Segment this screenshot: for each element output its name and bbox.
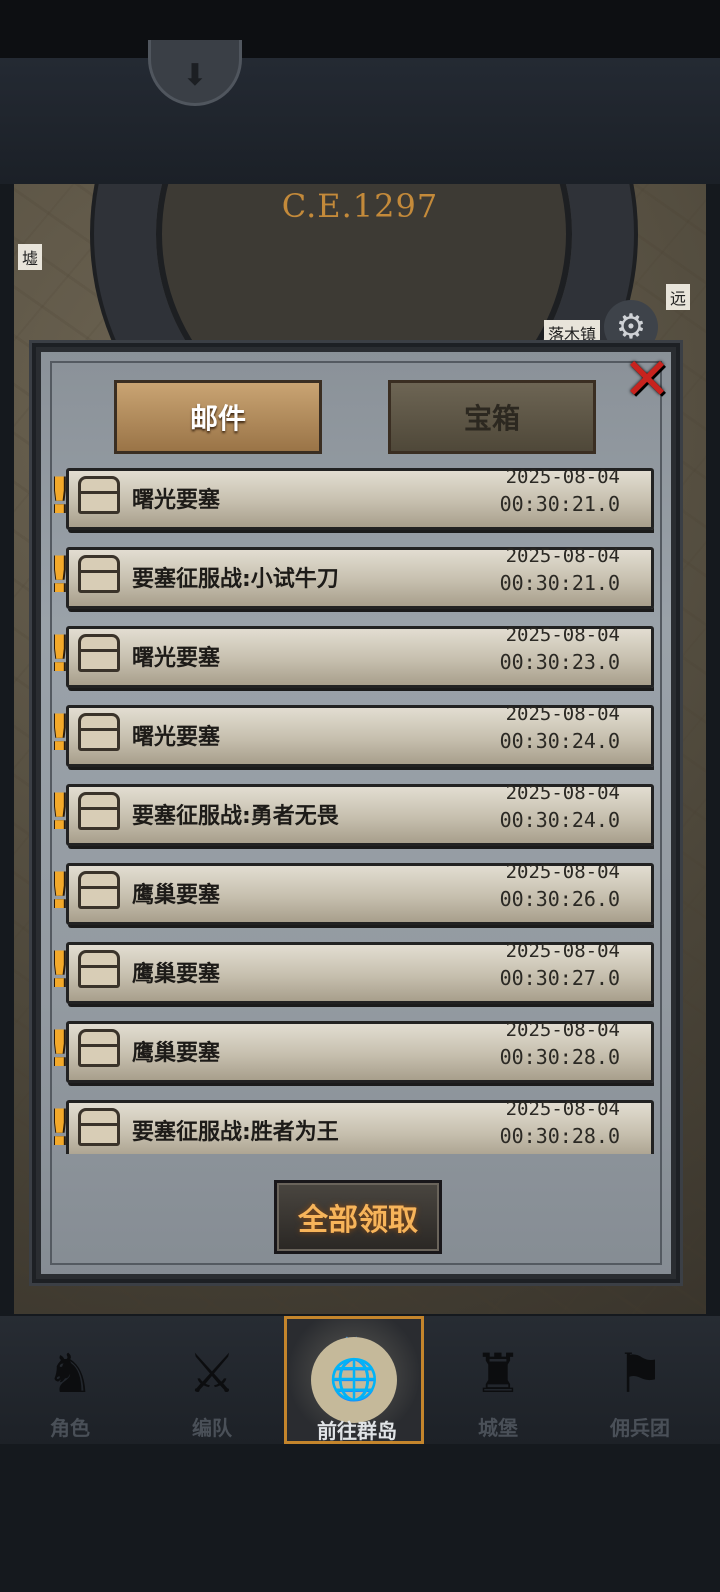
bottom-nav: ♞ 角色 ⚔ 编队 ⌄ 🌐 前往群岛 ♜ 城堡 ⚑ 佣兵团: [0, 1316, 720, 1444]
chest-icon: [78, 555, 120, 593]
year-display: C.E.1297: [281, 187, 439, 225]
chest-icon: [78, 950, 120, 988]
mail-date: 2025-08-04: [505, 940, 620, 962]
unread-alert-icon: !: [48, 1020, 71, 1078]
mail-title: 鹰巢要塞: [132, 883, 221, 908]
claim-all-button[interactable]: 全部领取: [274, 1180, 442, 1254]
nav-item-formation[interactable]: ⚔ 编队: [142, 1316, 282, 1444]
nav-label: 城堡: [478, 1416, 518, 1440]
knight-icon: ♞: [45, 1342, 95, 1405]
top-bar: [0, 0, 720, 58]
mail-row[interactable]: ! 鹰巢要塞 2025-08-04 00:30:28.0: [44, 1019, 654, 1083]
chest-icon: [78, 634, 120, 672]
unread-alert-icon: !: [48, 783, 71, 841]
unread-alert-icon: !: [48, 862, 71, 920]
mail-title: 曙光要塞: [132, 646, 221, 671]
tab-chest[interactable]: 宝箱: [388, 380, 596, 454]
mail-title: 曙光要塞: [132, 725, 221, 750]
mail-row[interactable]: ! 要塞征服战:胜者为王 2025-08-04 00:30:28.0: [44, 1098, 654, 1154]
unread-alert-icon: !: [48, 468, 71, 525]
nav-item-character[interactable]: ♞ 角色: [0, 1316, 140, 1444]
mail-time: 00:30:21.0: [499, 571, 620, 595]
mail-title: 曙光要塞: [132, 488, 221, 513]
mail-row[interactable]: ! 曙光要塞 2025-08-04 00:30:24.0: [44, 703, 654, 767]
mail-title: 要塞征服战:胜者为王: [132, 1120, 339, 1145]
mail-title: 要塞征服战:勇者无畏: [132, 804, 339, 829]
nav-item-castle[interactable]: ♜ 城堡: [428, 1316, 568, 1444]
unread-alert-icon: !: [48, 1099, 71, 1154]
mail-date: 2025-08-04: [505, 703, 620, 725]
mail-date: 2025-08-04: [505, 1019, 620, 1041]
troops-icon: ⚔: [187, 1342, 237, 1405]
map-label: 远: [666, 284, 691, 310]
mail-list: ! 曙光要塞 2025-08-04 00:30:21.0! 要塞征服战:小试牛刀 2025…: [44, 468, 654, 1154]
nav-label: 角色: [50, 1416, 90, 1440]
nav-item-islands[interactable]: ⌄ 🌐 前往群岛: [284, 1316, 424, 1444]
nav-label: 编队: [192, 1416, 232, 1440]
close-icon[interactable]: ✕: [616, 348, 678, 410]
chest-icon: [78, 792, 120, 830]
unread-alert-icon: !: [48, 546, 71, 604]
mail-row[interactable]: ! 要塞征服战:勇者无畏 2025-08-04 00:30:24.0: [44, 782, 654, 846]
mail-title: 鹰巢要塞: [132, 1041, 221, 1066]
mail-row[interactable]: ! 要塞征服战:小试牛刀 2025-08-04 00:30:21.0: [44, 545, 654, 609]
top-strip: [0, 58, 720, 184]
mail-date: 2025-08-04: [505, 545, 620, 567]
mail-time: 00:30:21.0: [499, 492, 620, 516]
mail-row[interactable]: ! 鹰巢要塞 2025-08-04 00:30:27.0: [44, 940, 654, 1004]
mail-date: 2025-08-04: [505, 468, 620, 488]
mail-row[interactable]: ! 曙光要塞 2025-08-04 00:30:23.0: [44, 624, 654, 688]
mail-time: 00:30:24.0: [499, 808, 620, 832]
nav-item-mercenaries[interactable]: ⚑ 佣兵团: [570, 1316, 710, 1444]
castle-icon: ♜: [473, 1342, 523, 1405]
nav-label: 前往群岛: [317, 1419, 397, 1443]
unread-alert-icon: !: [48, 704, 71, 762]
nav-label: 佣兵团: [610, 1416, 670, 1440]
mail-time: 00:30:28.0: [499, 1124, 620, 1148]
chest-icon: [78, 871, 120, 909]
unread-alert-icon: !: [48, 941, 71, 999]
map-label: 墟: [18, 244, 43, 270]
globe-icon: 🌐: [311, 1337, 397, 1423]
footer: [0, 1444, 720, 1592]
mail-date: 2025-08-04: [505, 624, 620, 646]
tab-mail[interactable]: 邮件: [114, 380, 322, 454]
mail-time: 00:30:28.0: [499, 1045, 620, 1069]
unread-alert-icon: !: [48, 625, 71, 683]
mail-title: 鹰巢要塞: [132, 962, 221, 987]
mail-title: 要塞征服战:小试牛刀: [132, 567, 339, 592]
mail-date: 2025-08-04: [505, 782, 620, 804]
chest-icon: [78, 713, 120, 751]
mail-time: 00:30:24.0: [499, 729, 620, 753]
mail-date: 2025-08-04: [505, 861, 620, 883]
chest-icon: [78, 476, 120, 514]
mail-row[interactable]: ! 曙光要塞 2025-08-04 00:30:21.0: [44, 468, 654, 530]
chest-icon: [78, 1108, 120, 1146]
mail-time: 00:30:27.0: [499, 966, 620, 990]
banner-icon: ⚑: [615, 1342, 665, 1405]
mail-time: 00:30:23.0: [499, 650, 620, 674]
chest-icon: [78, 1029, 120, 1067]
mail-date: 2025-08-04: [505, 1098, 620, 1120]
mail-row[interactable]: ! 鹰巢要塞 2025-08-04 00:30:26.0: [44, 861, 654, 925]
arrow-down-icon: ⬇: [182, 58, 208, 93]
mail-time: 00:30:26.0: [499, 887, 620, 911]
